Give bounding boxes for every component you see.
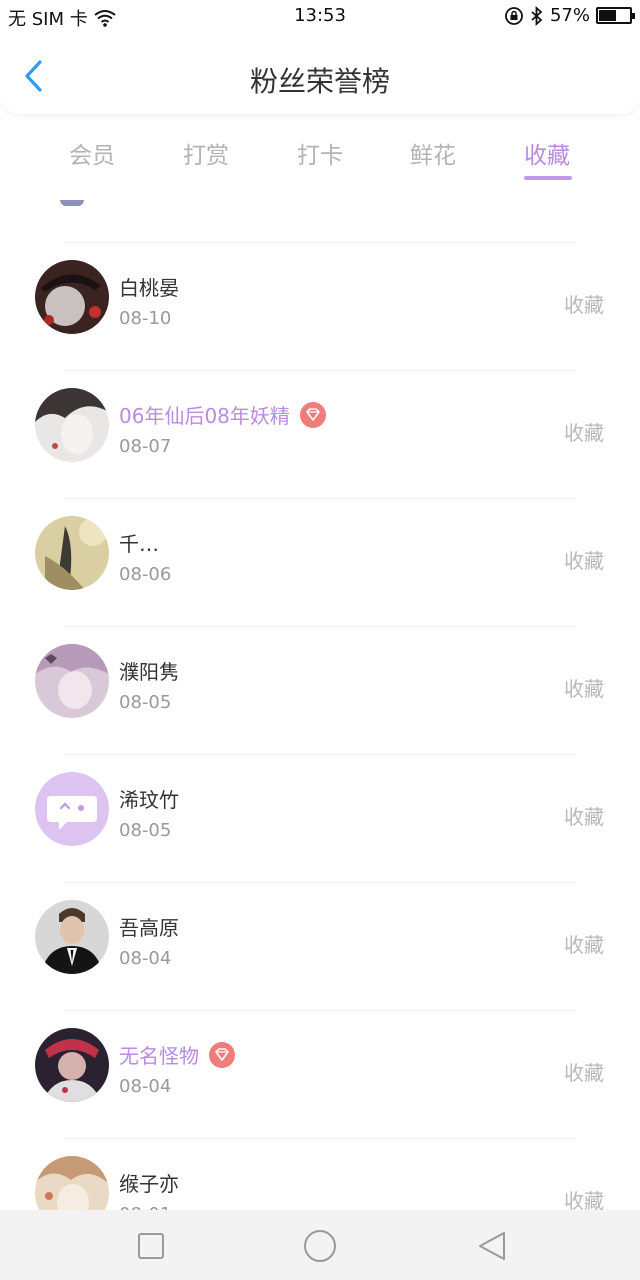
fan-date: 08-04 — [119, 948, 172, 969]
default-chat-avatar-icon — [35, 772, 109, 846]
list-item[interactable]: 06年仙后08年妖精 08-07 收藏 — [0, 370, 640, 498]
cream-avatar-icon — [35, 1156, 109, 1210]
bluetooth-icon — [531, 5, 543, 26]
header: 粉丝荣誉榜 — [0, 34, 640, 114]
diamond-icon — [215, 1047, 229, 1061]
fan-name: 白桃晏 — [119, 276, 179, 300]
fan-list[interactable]: 白桃晏 08-10 收藏 06年仙后08年妖精 08-07 收藏 千… 08-0… — [0, 186, 640, 1210]
divider — [64, 754, 576, 755]
avatar[interactable] — [35, 644, 109, 718]
back-nav-button[interactable] — [474, 1228, 510, 1264]
diamond-icon — [306, 407, 320, 421]
home-button[interactable] — [302, 1228, 338, 1264]
status-bar: 无 SIM 卡 13:53 57% — [0, 0, 640, 34]
favorite-label: 收藏 — [564, 1061, 604, 1085]
list-item-partial — [0, 186, 640, 242]
list-item[interactable]: 吾高原 08-04 收藏 — [0, 882, 640, 1010]
favorite-label: 收藏 — [564, 805, 604, 829]
active-tab-indicator — [524, 176, 572, 180]
tab-favorites[interactable]: 收藏 — [497, 136, 597, 180]
avatar[interactable] — [35, 1156, 109, 1210]
divider — [64, 1138, 576, 1139]
favorite-label: 收藏 — [564, 933, 604, 957]
fan-date: 08-04 — [119, 1076, 172, 1097]
square-icon — [138, 1233, 164, 1259]
tab-bar: 会员 打赏 打卡 鲜花 收藏 — [0, 128, 640, 184]
favorite-label: 收藏 — [564, 677, 604, 701]
divider — [64, 626, 576, 627]
fan-date: 08-06 — [119, 564, 172, 585]
triangle-back-icon — [479, 1232, 505, 1260]
divider — [64, 882, 576, 883]
red-photo-avatar-icon — [35, 1028, 109, 1102]
avatar[interactable] — [35, 516, 109, 590]
avatar[interactable] — [35, 900, 109, 974]
tab-flowers[interactable]: 鲜花 — [383, 136, 483, 170]
fan-date: 08-07 — [119, 436, 172, 457]
list-item[interactable]: 浠玟竹 08-05 收藏 — [0, 754, 640, 882]
list-item[interactable]: 无名怪物 08-04 收藏 — [0, 1010, 640, 1138]
divider — [64, 1010, 576, 1011]
favorite-label: 收藏 — [564, 549, 604, 573]
battery-icon — [596, 7, 635, 24]
recents-button[interactable] — [133, 1228, 169, 1264]
anime-avatar-icon — [35, 644, 109, 718]
divider — [64, 242, 576, 243]
tab-label: 收藏 — [524, 143, 570, 169]
fan-date: 08-05 — [119, 820, 172, 841]
circle-icon — [304, 1230, 336, 1262]
avatar-partial — [60, 200, 84, 206]
divider — [64, 498, 576, 499]
rotation-lock-icon — [505, 6, 523, 25]
fan-name: 浠玟竹 — [119, 788, 179, 812]
fan-date: 08-05 — [119, 692, 172, 713]
vip-badge — [209, 1041, 235, 1068]
list-item[interactable]: 白桃晏 08-10 收藏 — [0, 242, 640, 370]
fan-name: 千… — [119, 532, 159, 556]
favorite-label: 收藏 — [564, 293, 604, 317]
vip-badge — [299, 401, 326, 428]
avatar[interactable] — [35, 260, 109, 334]
page-title: 粉丝荣誉榜 — [249, 65, 390, 98]
painting-avatar-icon — [35, 516, 109, 590]
tab-label: 会员 — [69, 143, 115, 169]
favorite-label: 收藏 — [564, 1189, 604, 1210]
tab-checkin[interactable]: 打卡 — [270, 136, 370, 170]
tab-label: 鲜花 — [410, 143, 456, 169]
tab-label: 打赏 — [183, 143, 229, 169]
fan-name: 缑子亦 — [119, 1172, 179, 1196]
divider — [64, 370, 576, 371]
tab-label: 打卡 — [297, 143, 343, 169]
battery-percent: 57% — [549, 5, 590, 26]
fan-date: 08-10 — [119, 308, 172, 329]
sketch-avatar-icon — [35, 388, 109, 462]
dark-hat-avatar-icon — [35, 260, 109, 334]
avatar[interactable] — [35, 388, 109, 462]
list-item[interactable]: 濮阳隽 08-05 收藏 — [0, 626, 640, 754]
battery-fill — [599, 10, 616, 21]
avatar[interactable] — [35, 1028, 109, 1102]
tab-reward[interactable]: 打赏 — [156, 136, 256, 170]
fan-name: 濮阳隽 — [119, 660, 179, 684]
list-item[interactable]: 千… 08-06 收藏 — [0, 498, 640, 626]
fan-name: 06年仙后08年妖精 — [119, 404, 290, 428]
tab-membership[interactable]: 会员 — [42, 136, 142, 170]
fan-name: 无名怪物 — [119, 1044, 199, 1068]
fan-name: 吾高原 — [119, 916, 179, 940]
suit-avatar-icon — [35, 900, 109, 974]
system-nav-bar — [0, 1210, 640, 1280]
favorite-label: 收藏 — [564, 421, 604, 445]
avatar[interactable] — [35, 772, 109, 846]
list-item[interactable]: 缑子亦 08-01 收藏 — [0, 1138, 640, 1210]
